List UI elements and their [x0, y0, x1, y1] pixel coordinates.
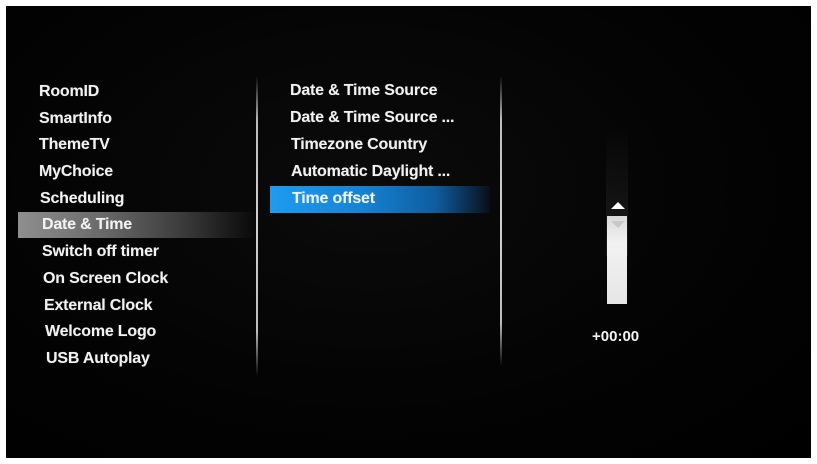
triangle-down-icon[interactable] [611, 221, 625, 228]
submenu-item-date-time-source[interactable]: Date & Time Source [290, 80, 437, 102]
submenu-item-automatic-daylight[interactable]: Automatic Daylight ... [291, 161, 450, 183]
submenu-item-timezone-country[interactable]: Timezone Country [291, 134, 427, 156]
tv-settings-screen: RoomID SmartInfo ThemeTV MyChoice Schedu… [6, 6, 811, 458]
submenu-item-time-offset[interactable]: Time offset [292, 188, 375, 210]
menu-item-external-clock[interactable]: External Clock [44, 295, 153, 317]
slider-value: +00:00 [592, 328, 640, 345]
menu-item-themetv[interactable]: ThemeTV [39, 134, 110, 156]
menu-item-welcome-logo[interactable]: Welcome Logo [45, 321, 156, 343]
menu-item-date-time[interactable]: Date & Time [42, 214, 132, 236]
menu-item-switch-off-timer[interactable]: Switch off timer [42, 241, 159, 263]
menu-item-usb-autoplay[interactable]: USB Autoplay [46, 348, 150, 370]
menu-item-mychoice[interactable]: MyChoice [39, 161, 113, 183]
menu-item-on-screen-clock[interactable]: On Screen Clock [43, 268, 168, 290]
left-divider [256, 76, 258, 376]
right-divider [500, 76, 502, 366]
slider-bar[interactable] [607, 216, 627, 304]
menu-item-roomid[interactable]: RoomID [39, 81, 99, 103]
submenu-item-date-time-source-2[interactable]: Date & Time Source ... [290, 107, 454, 129]
menu-item-scheduling[interactable]: Scheduling [40, 188, 124, 210]
menu-item-smartinfo[interactable]: SmartInfo [39, 108, 112, 130]
triangle-up-icon[interactable] [611, 202, 625, 209]
